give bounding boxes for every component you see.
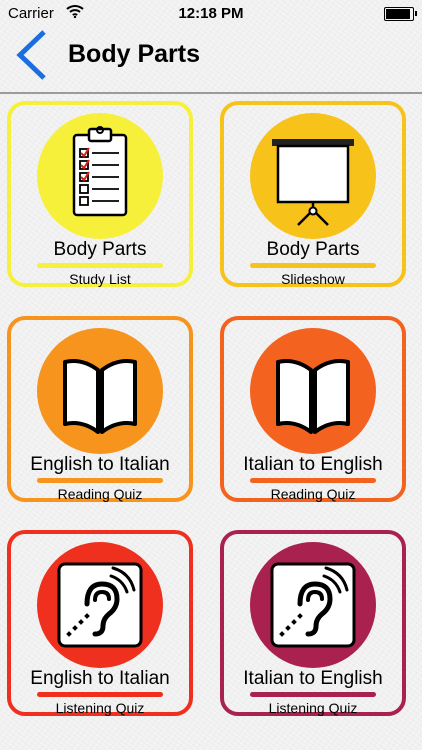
back-button[interactable] <box>10 28 54 84</box>
open-book-icon <box>276 359 350 434</box>
tile-subtitle: Slideshow <box>281 271 345 287</box>
tile-subtitle: Reading Quiz <box>270 486 356 502</box>
hearing-ear-icon <box>57 562 143 648</box>
tile-title: English to Italian <box>30 454 170 475</box>
tile-icon-circle <box>37 328 163 454</box>
tile-study-list[interactable]: Body Parts Study List <box>7 101 193 287</box>
tile-title: Body Parts <box>266 239 360 260</box>
tile-title: Body Parts <box>53 239 147 260</box>
tile-icon-circle <box>250 542 376 668</box>
header-divider <box>0 92 422 94</box>
tile-title: Italian to English <box>243 454 383 475</box>
tile-subtitle: Reading Quiz <box>57 486 143 502</box>
tile-underline <box>37 478 163 483</box>
battery-icon <box>384 7 417 21</box>
status-time: 12:18 PM <box>178 5 244 22</box>
open-book-icon <box>63 359 137 434</box>
tile-subtitle: Listening Quiz <box>55 700 145 716</box>
hearing-ear-icon <box>270 562 356 648</box>
tile-underline <box>250 692 376 697</box>
tile-title: Italian to English <box>243 668 383 689</box>
tile-title: English to Italian <box>30 668 170 689</box>
tile-subtitle: Listening Quiz <box>268 700 358 716</box>
tile-underline <box>37 692 163 697</box>
chevron-left-icon <box>16 30 46 80</box>
tile-italian-to-english-reading-quiz[interactable]: Italian to English Reading Quiz <box>220 316 406 502</box>
tile-icon-circle <box>250 113 376 239</box>
tile-english-to-italian-reading-quiz[interactable]: English to Italian Reading Quiz <box>7 316 193 502</box>
tile-slideshow[interactable]: Body Parts Slideshow <box>220 101 406 287</box>
tile-icon-circle <box>250 328 376 454</box>
tile-subtitle: Study List <box>69 271 131 287</box>
tile-icon-circle <box>37 113 163 239</box>
tile-english-to-italian-listening-quiz[interactable]: English to Italian Listening Quiz <box>7 530 193 716</box>
tile-underline <box>250 478 376 483</box>
clipboard-icon <box>72 126 128 217</box>
tile-underline <box>250 263 376 268</box>
tile-italian-to-english-listening-quiz[interactable]: Italian to English Listening Quiz <box>220 530 406 716</box>
tile-underline <box>37 263 163 268</box>
page-title: Body Parts <box>68 40 200 68</box>
navigation-bar: Body Parts <box>0 28 422 88</box>
tile-icon-circle <box>37 542 163 668</box>
status-bar: Carrier 12:18 PM <box>0 0 422 28</box>
projector-screen-icon <box>272 139 354 226</box>
